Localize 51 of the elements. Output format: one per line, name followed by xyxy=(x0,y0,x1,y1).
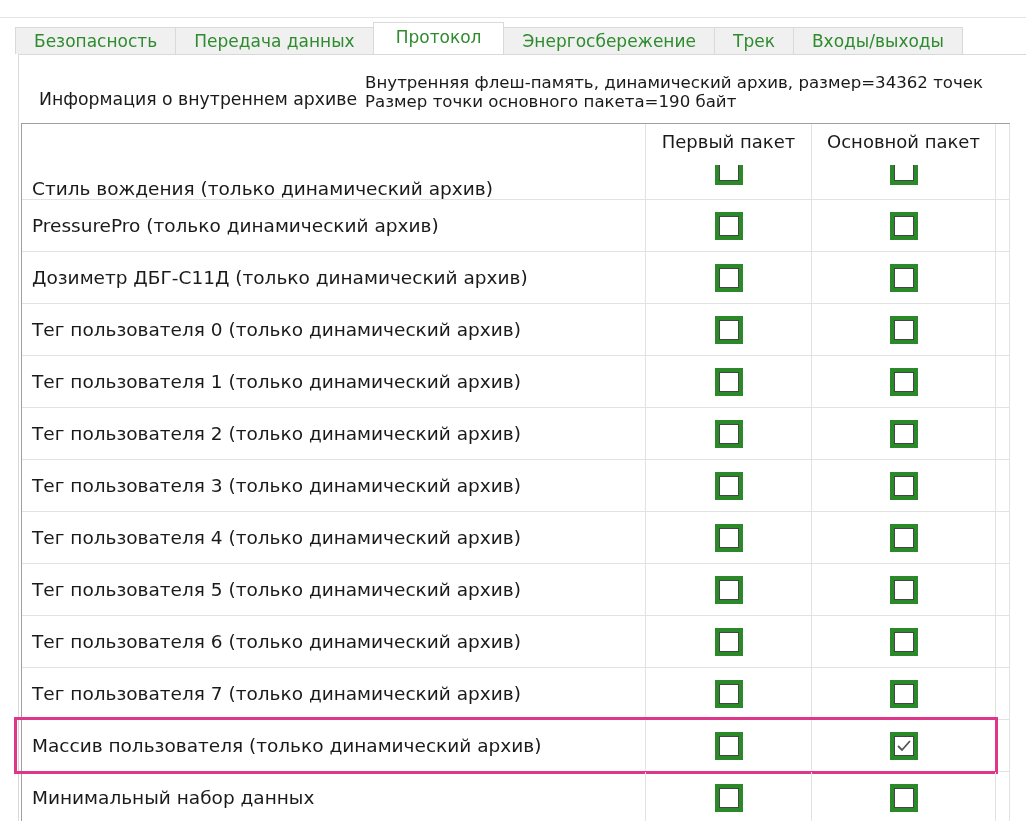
checkbox[interactable] xyxy=(889,419,918,448)
row-label: Тег пользователя 7 (только динамический архив) xyxy=(32,683,521,704)
checkbox[interactable] xyxy=(889,679,918,708)
checkbox[interactable] xyxy=(889,211,918,240)
column-header: Основной пакет xyxy=(827,131,980,152)
row-label: Минимальный набор данных xyxy=(32,787,315,808)
checkbox[interactable] xyxy=(714,211,743,240)
row-label: Тег пользователя 2 (только динамический архив) xyxy=(32,423,521,444)
checkbox[interactable] xyxy=(714,783,743,812)
row-label: Тег пользователя 0 (только динамический архив) xyxy=(32,319,521,340)
info-text: Размер точки основного пакета=190 байт xyxy=(365,92,738,111)
checkbox[interactable] xyxy=(714,575,743,604)
checkbox[interactable] xyxy=(889,627,918,656)
row-label: Дозиметр ДБГ-С11Д (только динамический архив) xyxy=(32,267,528,288)
checkbox[interactable] xyxy=(714,165,743,185)
tab[interactable]: Энергосбережение xyxy=(503,27,715,54)
empty-cell xyxy=(996,720,1010,772)
checkbox[interactable] xyxy=(889,575,918,604)
checkbox[interactable] xyxy=(714,471,743,500)
checkbox[interactable] xyxy=(714,679,743,708)
info-text: Внутренняя флеш-память, динамический архив, размер=34362 точек xyxy=(365,73,983,92)
checkbox[interactable] xyxy=(889,315,918,344)
row-label: Тег пользователя 1 (только динамический архив) xyxy=(32,371,521,392)
row-label: Тег пользователя 3 (только динамический архив) xyxy=(32,475,521,496)
row-label: Стиль вождения (только динамический архив) xyxy=(32,178,493,199)
checkbox[interactable] xyxy=(714,627,743,656)
row-label: Тег пользователя 5 (только динамический архив) xyxy=(32,579,521,600)
checkbox[interactable] xyxy=(889,263,918,292)
checkbox[interactable] xyxy=(889,783,918,812)
row-label: Тег пользователя 6 (только динамический архив) xyxy=(32,631,521,652)
checkbox[interactable] xyxy=(889,731,918,760)
info-label: Информация о внутреннем архиве xyxy=(39,88,358,109)
checkbox[interactable] xyxy=(714,367,743,396)
tab[interactable]: Безопасность xyxy=(15,27,177,54)
row-label: Тег пользователя 4 (только динамический архив) xyxy=(32,527,521,548)
column-header: Первый пакет xyxy=(661,131,796,152)
checkbox[interactable] xyxy=(714,263,743,292)
checkbox[interactable] xyxy=(714,315,743,344)
checkbox[interactable] xyxy=(714,523,743,552)
checkbox[interactable] xyxy=(889,367,918,396)
tab[interactable]: Передача данных xyxy=(175,27,374,54)
checkbox[interactable] xyxy=(889,471,918,500)
row-label: PressurePro (только динамический архив) xyxy=(32,215,439,236)
tab[interactable]: Входы/выходы xyxy=(792,27,963,54)
checkbox[interactable] xyxy=(889,523,918,552)
row-label: Массив пользователя (только динамический архив) xyxy=(32,735,542,756)
checkbox[interactable] xyxy=(889,165,918,185)
tab[interactable]: Трек xyxy=(714,27,794,54)
checkbox[interactable] xyxy=(714,419,743,448)
empty-cell xyxy=(996,668,1010,720)
checkbox[interactable] xyxy=(714,731,743,760)
